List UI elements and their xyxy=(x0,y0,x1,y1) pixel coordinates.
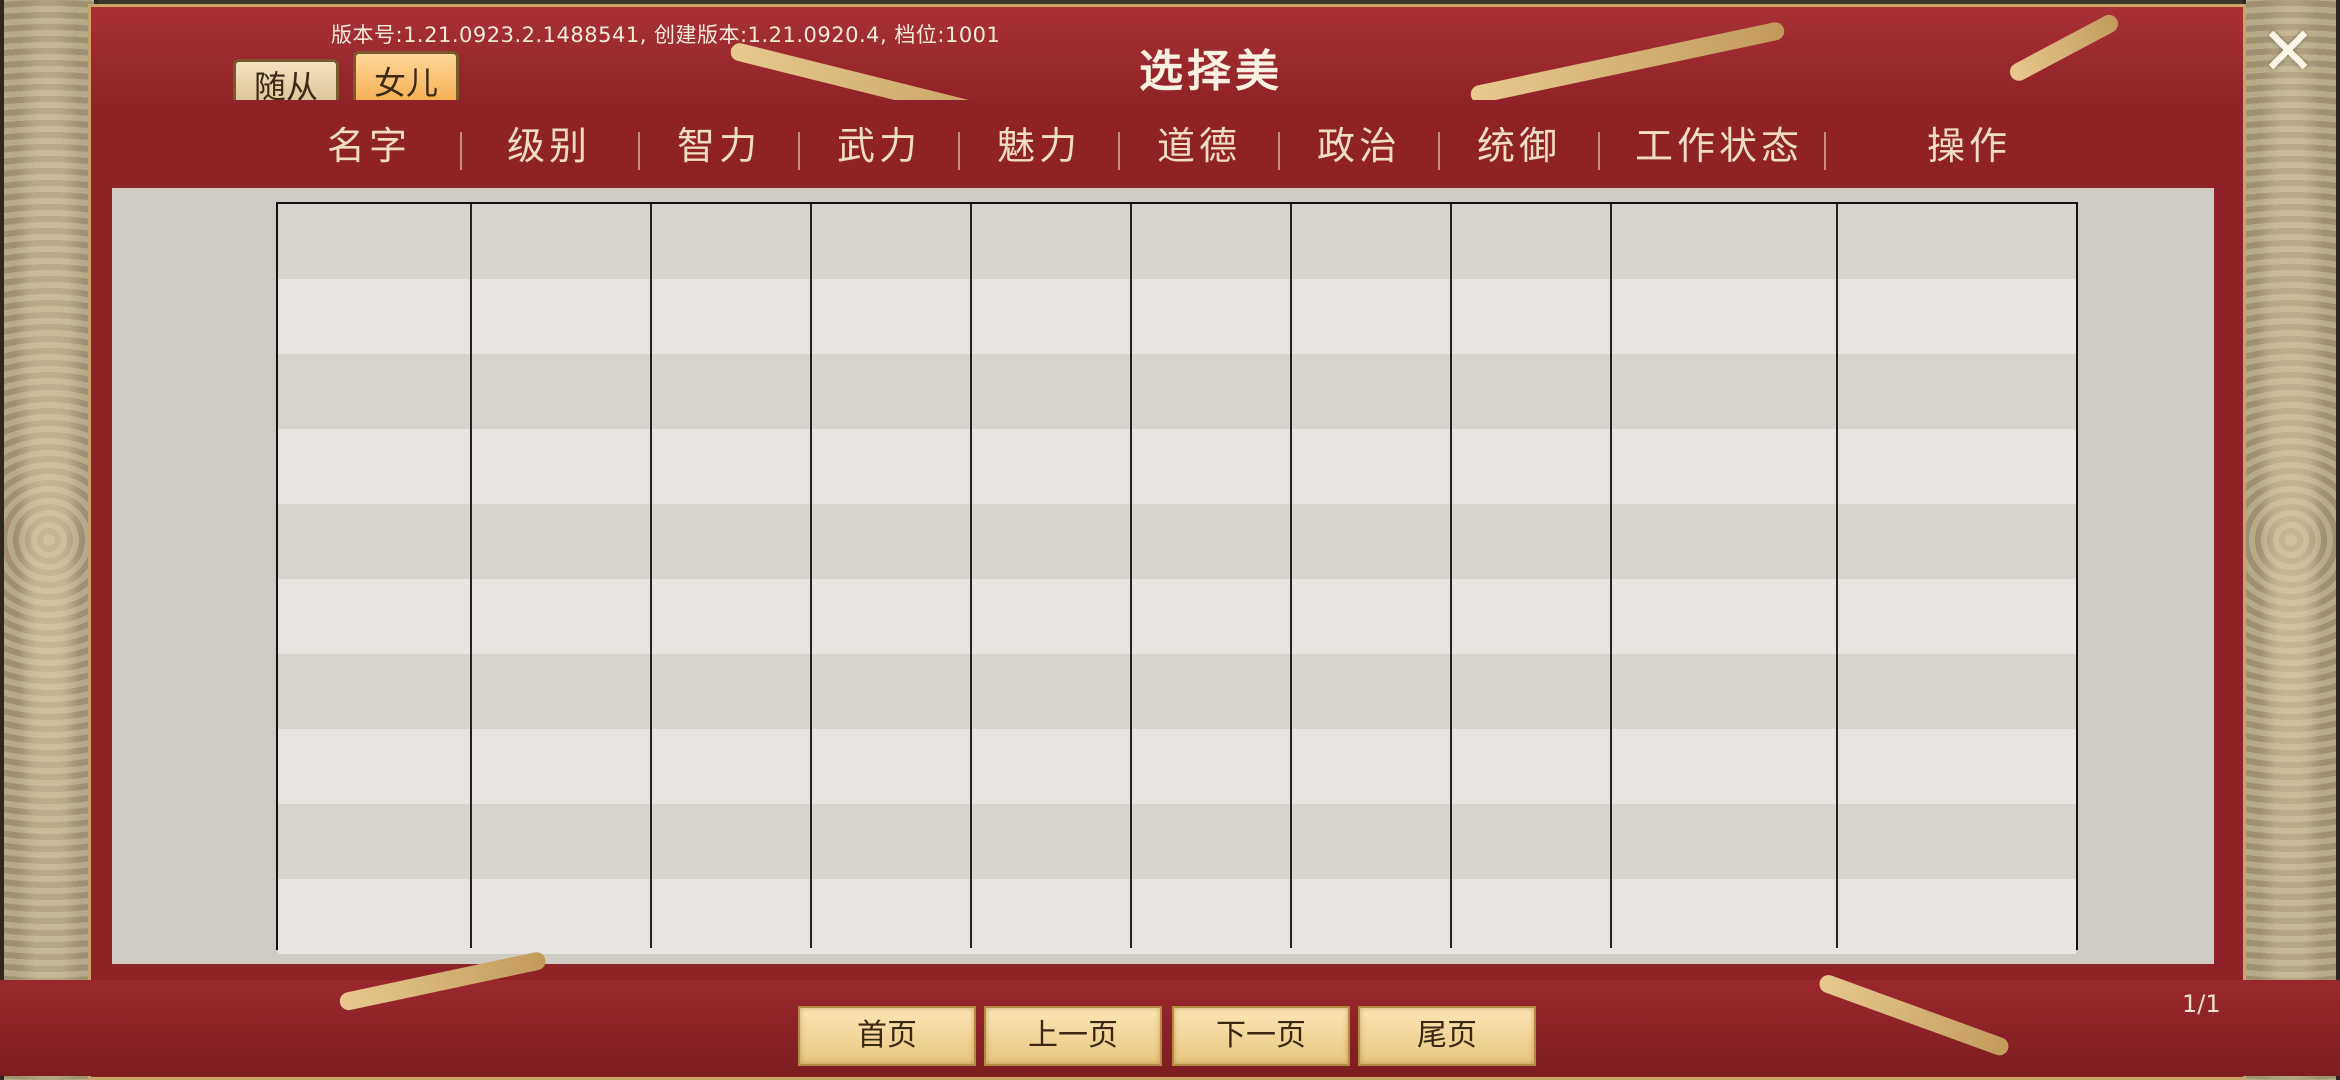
table-header-row: 名字 级别 智力 武力 魅力 道德 政治 统御 工作状态 操作 xyxy=(104,100,2242,188)
table-row xyxy=(278,579,2076,654)
header-divider xyxy=(1278,132,1280,170)
column-divider xyxy=(1836,204,1838,948)
table-row xyxy=(278,879,2076,954)
table-row xyxy=(278,654,2076,729)
header-divider xyxy=(460,132,462,170)
table-row xyxy=(278,504,2076,579)
column-divider xyxy=(970,204,972,948)
header-divider xyxy=(1118,132,1120,170)
close-icon[interactable]: ✕ xyxy=(2253,17,2323,87)
table-area xyxy=(112,188,2214,964)
header-divider xyxy=(1438,132,1440,170)
decor-swoosh xyxy=(2006,11,2122,84)
column-divider xyxy=(470,204,472,948)
table-row xyxy=(278,279,2076,354)
last-page-button[interactable]: 尾页 xyxy=(1358,1006,1536,1066)
table-row xyxy=(278,729,2076,804)
version-info: 版本号:1.21.0923.2.1488541, 创建版本:1.21.0920.… xyxy=(331,23,1001,47)
column-header-charm: 魅力 xyxy=(996,124,1081,168)
table-row xyxy=(278,429,2076,504)
column-header-politics: 政治 xyxy=(1316,124,1401,168)
header-divider xyxy=(638,132,640,170)
right-decorative-panel xyxy=(2242,0,2340,1080)
column-header-morality: 道德 xyxy=(1156,124,1241,168)
data-table xyxy=(276,202,2078,954)
column-divider xyxy=(1450,204,1452,948)
decor-swoosh xyxy=(1816,972,2012,1058)
header-divider xyxy=(1598,132,1600,170)
table-row xyxy=(278,204,2076,279)
column-header-intelligence: 智力 xyxy=(676,124,761,168)
column-divider xyxy=(810,204,812,948)
decor-swoosh xyxy=(1469,20,1786,105)
column-divider xyxy=(1610,204,1612,948)
content-panel: 名字 级别 智力 武力 魅力 道德 政治 统御 工作状态 操作 xyxy=(104,100,2242,1022)
header-divider xyxy=(1824,132,1826,170)
column-header-level: 级别 xyxy=(506,124,591,168)
game-screen: 版本号:1.21.0923.2.1488541, 创建版本:1.21.0920.… xyxy=(0,0,2340,1080)
header-divider xyxy=(798,132,800,170)
next-page-button[interactable]: 下一页 xyxy=(1172,1006,1350,1066)
header-divider xyxy=(958,132,960,170)
column-header-work-status: 工作状态 xyxy=(1634,124,1803,168)
table-row xyxy=(278,354,2076,429)
table-row xyxy=(278,804,2076,879)
page-indicator: 1/1 xyxy=(2182,990,2221,1018)
column-header-name: 名字 xyxy=(326,124,411,168)
column-header-command: 统御 xyxy=(1476,124,1561,168)
column-divider xyxy=(1130,204,1132,948)
previous-page-button[interactable]: 上一页 xyxy=(984,1006,1162,1066)
column-header-action: 操作 xyxy=(1926,124,2011,168)
bottom-bar xyxy=(0,950,2340,1076)
left-decorative-panel xyxy=(0,0,98,1080)
column-header-force: 武力 xyxy=(836,124,921,168)
column-divider xyxy=(650,204,652,948)
first-page-button[interactable]: 首页 xyxy=(798,1006,976,1066)
column-divider xyxy=(1290,204,1292,948)
